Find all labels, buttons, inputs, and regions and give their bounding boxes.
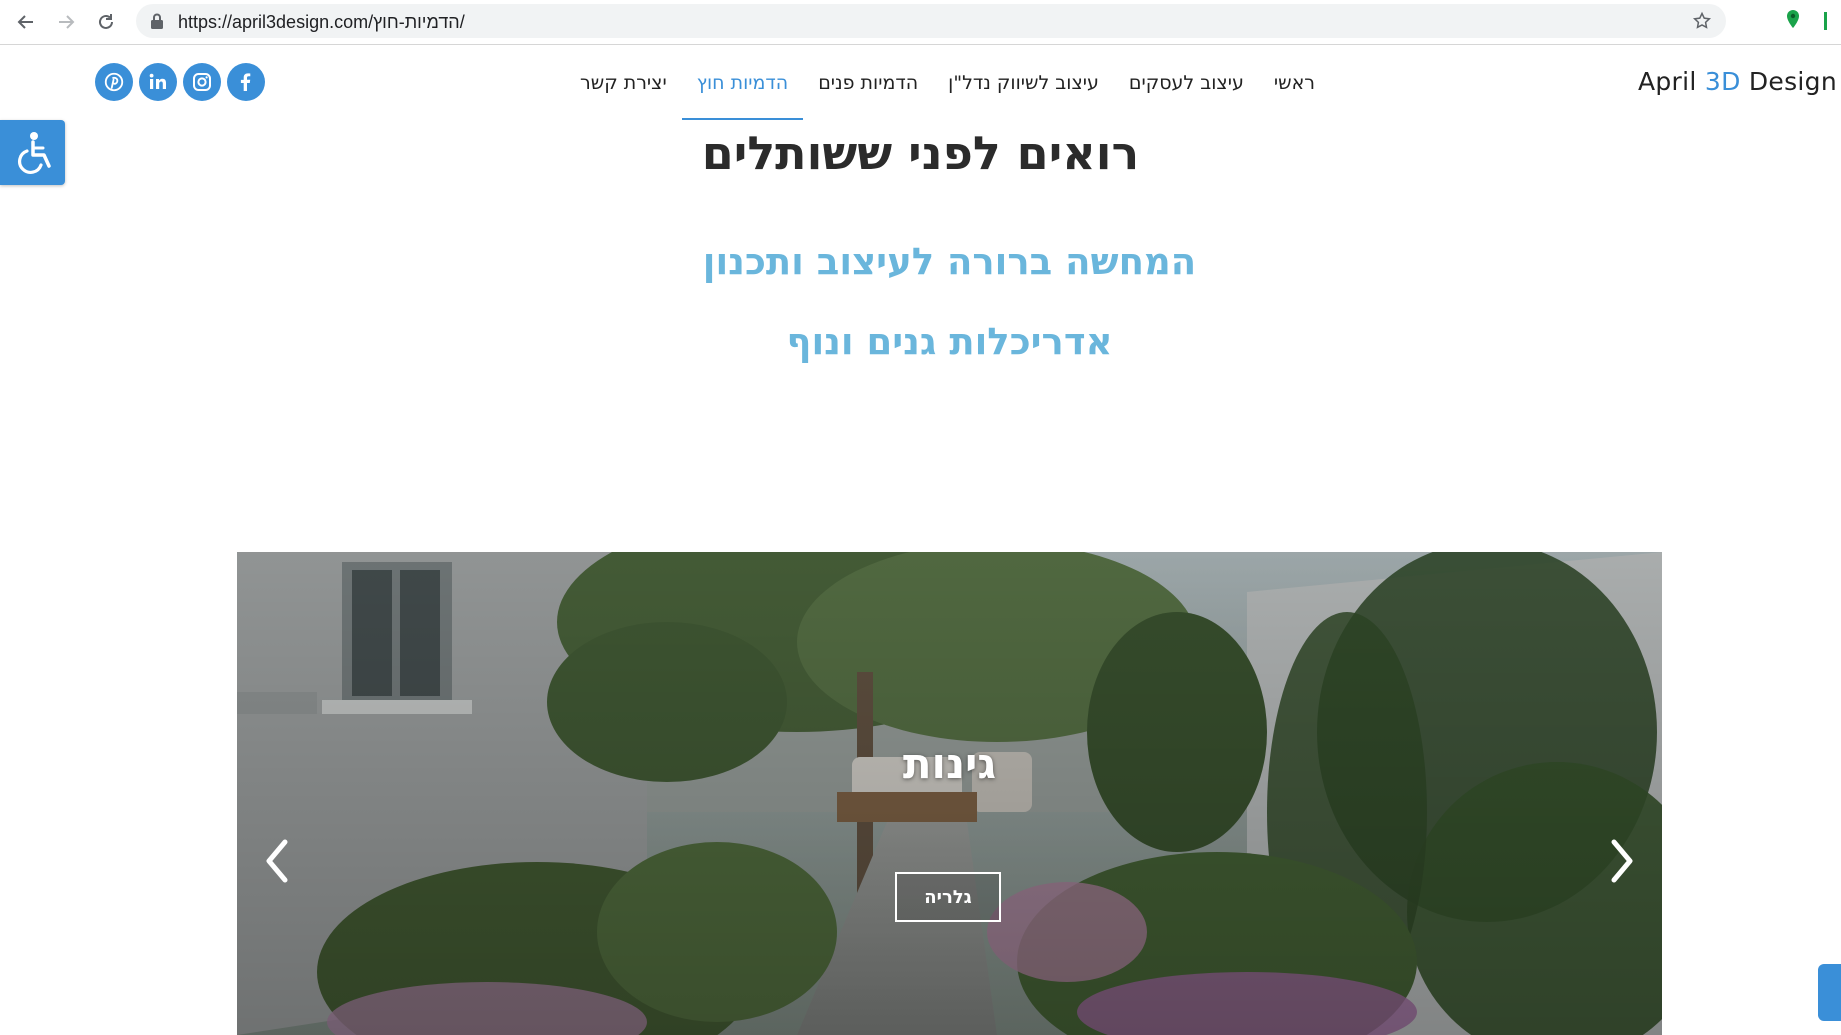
nav-item-contact[interactable]: יצירת קשר	[565, 45, 682, 120]
slider-next-button[interactable]	[1604, 834, 1640, 888]
nav-item-home[interactable]: ראשי	[1259, 45, 1330, 120]
extension-edge-icon	[1824, 12, 1827, 30]
site-logo[interactable]: April 3D Design	[1638, 67, 1837, 96]
logo-text-april: April	[1637, 67, 1705, 96]
subtitle-line-2: אדריכלות גנים ונוף	[786, 320, 1113, 363]
forward-button[interactable]	[52, 8, 80, 36]
nav-item-business-design[interactable]: עיצוב לעסקים	[1114, 45, 1259, 120]
logo-text-design: Design	[1740, 67, 1837, 96]
forward-arrow-icon	[59, 15, 75, 29]
gallery-slider[interactable]: גינות גלריה	[237, 552, 1662, 1035]
slide-title: גינות	[902, 739, 997, 788]
site-header: April 3D Design ראשי עיצוב לעסקים עיצוב …	[0, 45, 1841, 120]
back-button[interactable]	[12, 8, 40, 36]
linkedin-icon	[149, 73, 166, 89]
back-arrow-icon	[17, 15, 33, 29]
chevron-right-icon	[1611, 839, 1633, 883]
gallery-button[interactable]: גלריה	[895, 872, 1001, 922]
reload-button[interactable]	[92, 8, 120, 36]
garden-render-image	[237, 552, 1662, 1035]
slider-prev-button[interactable]	[259, 834, 295, 888]
url-text: https://april3design.com/הדמיות-חוץ/	[178, 12, 465, 32]
browser-toolbar: https://april3design.com/הדמיות-חוץ/	[0, 0, 1841, 45]
linkedin-link[interactable]	[139, 63, 177, 101]
pinterest-link[interactable]	[95, 63, 133, 101]
social-links	[95, 63, 265, 101]
main-navigation: ראשי עיצוב לעסקים עיצוב לשיווק נדל"ן הדמ…	[560, 45, 1330, 120]
nav-item-exterior-renders[interactable]: הדמיות חוץ	[681, 45, 804, 120]
chevron-left-icon	[266, 839, 288, 883]
facebook-icon	[240, 73, 251, 91]
nav-item-real-estate-design[interactable]: עיצוב לשיווק נדל"ן	[933, 45, 1114, 120]
lock-icon	[151, 13, 163, 29]
page-headline: רואים לפני ששותלים	[701, 126, 1140, 180]
nav-item-interior-renders[interactable]: הדמיות פנים	[803, 45, 933, 120]
subtitle-line-1: המחשה ברורה לעיצוב ותכנון	[702, 240, 1197, 283]
logo-text-3d: 3D	[1704, 67, 1741, 96]
pinterest-icon	[104, 72, 124, 92]
bookmark-star-icon[interactable]	[1692, 11, 1712, 31]
instagram-link[interactable]	[183, 63, 221, 101]
instagram-icon	[193, 73, 211, 91]
map-pin-extension-icon[interactable]	[1785, 9, 1801, 33]
reload-icon	[99, 14, 113, 29]
side-floating-tab[interactable]	[1818, 964, 1841, 1021]
address-bar[interactable]: https://april3design.com/הדמיות-חוץ/	[136, 4, 1726, 38]
facebook-link[interactable]	[227, 63, 265, 101]
